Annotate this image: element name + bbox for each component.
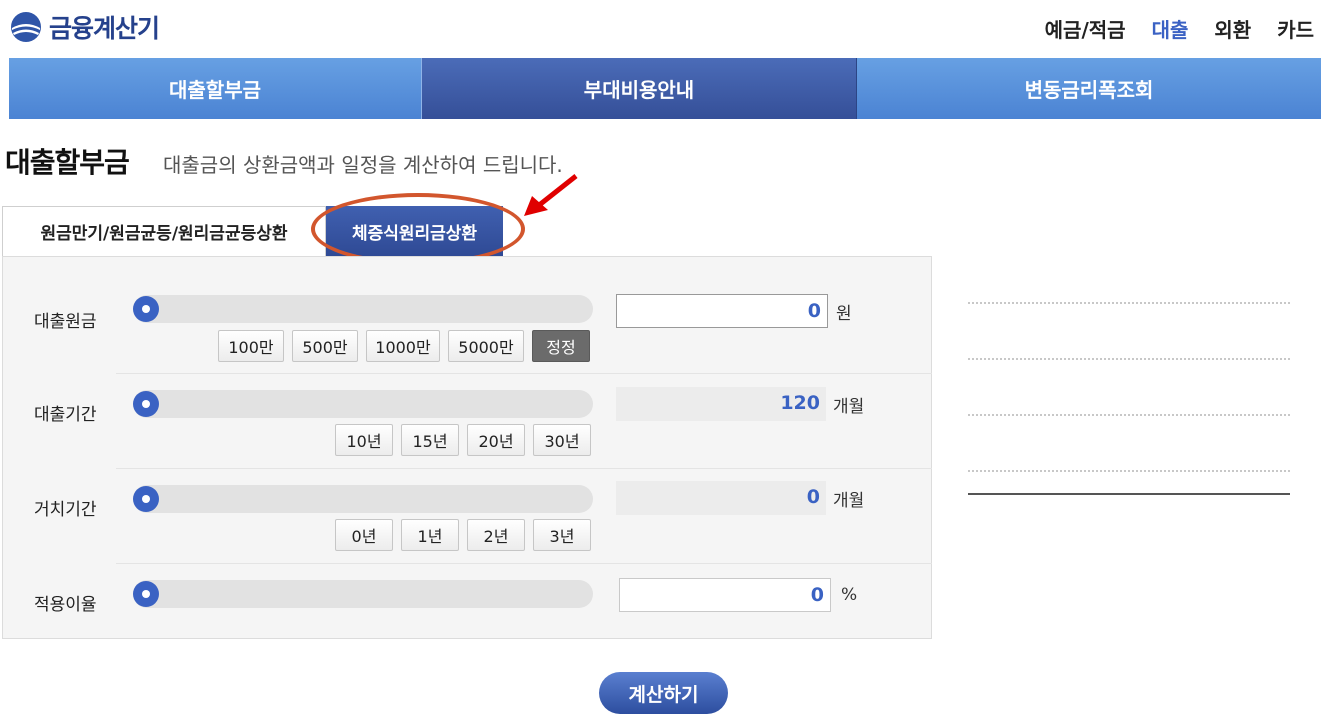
tab-loan-installment[interactable]: 대출할부금 — [9, 58, 422, 119]
chip-3y[interactable]: 3년 — [533, 519, 591, 551]
nav-card[interactable]: 카드 — [1277, 14, 1314, 43]
chip-30y[interactable]: 30년 — [533, 424, 591, 456]
principal-unit: 원 — [836, 304, 852, 324]
red-arrow-icon — [524, 174, 578, 216]
chip-5000man[interactable]: 5000만 — [448, 330, 524, 362]
chip-500man[interactable]: 500만 — [292, 330, 358, 362]
top-nav: 예금/적금 대출 외환 카드 — [1045, 14, 1314, 43]
nav-deposit[interactable]: 예금/적금 — [1045, 14, 1126, 43]
logo-icon — [11, 12, 41, 42]
rate-label: 적용이율 — [34, 595, 97, 615]
tab-additional-costs[interactable]: 부대비용안내 — [422, 58, 857, 119]
result-row-divider — [968, 470, 1290, 472]
period-slider-knob[interactable] — [133, 391, 159, 417]
period-label: 대출기간 — [34, 405, 97, 425]
chip-100man[interactable]: 100만 — [218, 330, 284, 362]
period-unit: 개월 — [833, 397, 865, 417]
result-row-divider — [968, 414, 1290, 416]
rate-slider-knob[interactable] — [133, 581, 159, 607]
principal-slider[interactable] — [133, 295, 593, 323]
grace-slider-knob[interactable] — [133, 486, 159, 512]
grace-slider[interactable] — [133, 485, 593, 513]
chip-1y[interactable]: 1년 — [401, 519, 459, 551]
tab-variable-rate[interactable]: 변동금리폭조회 — [857, 58, 1321, 119]
result-panel — [932, 256, 1326, 639]
page-title: 대출할부금 — [5, 146, 130, 179]
grace-chips: 0년 1년 2년 3년 — [335, 519, 591, 551]
chip-10y[interactable]: 10년 — [335, 424, 393, 456]
divider — [116, 563, 933, 564]
chip-15y[interactable]: 15년 — [401, 424, 459, 456]
subtab-graduated-repayment[interactable]: 체증식원리금상환 — [326, 206, 503, 256]
header: 금융계산기 예금/적금 대출 외환 카드 — [0, 0, 1326, 54]
period-slider[interactable] — [133, 390, 593, 418]
grace-unit: 개월 — [833, 491, 865, 511]
period-chips: 10년 15년 20년 30년 — [335, 424, 591, 456]
result-total-divider — [968, 493, 1290, 495]
principal-slider-knob[interactable] — [133, 296, 159, 322]
principal-input[interactable]: 0 — [616, 294, 828, 328]
nav-exchange[interactable]: 외환 — [1214, 14, 1251, 43]
grace-value: 0 — [616, 481, 826, 515]
result-row-divider — [968, 358, 1290, 360]
result-row-divider — [968, 302, 1290, 304]
period-value: 120 — [616, 387, 826, 421]
calculate-button[interactable]: 계산하기 — [599, 672, 728, 714]
divider — [116, 468, 933, 469]
main-tabs: 대출할부금 부대비용안내 변동금리폭조회 — [9, 58, 1321, 119]
rate-input[interactable]: 0 — [619, 578, 831, 612]
subtab-standard-repayment[interactable]: 원금만기/원금균등/원리금균등상환 — [2, 206, 326, 256]
chip-20y[interactable]: 20년 — [467, 424, 525, 456]
reset-button[interactable]: 정정 — [532, 330, 590, 362]
chip-2y[interactable]: 2년 — [467, 519, 525, 551]
form-panel: 대출원금 100만 500만 1000만 5000만 정정 0 원 대출기간 1… — [2, 256, 933, 639]
rate-unit: % — [841, 585, 858, 605]
grace-label: 거치기간 — [34, 500, 97, 520]
principal-label: 대출원금 — [34, 312, 97, 332]
principal-chips: 100만 500만 1000만 5000만 정정 — [218, 330, 590, 362]
logo-text: 금융계산기 — [49, 14, 160, 43]
divider — [116, 373, 933, 374]
chip-0y[interactable]: 0년 — [335, 519, 393, 551]
nav-loan[interactable]: 대출 — [1152, 14, 1189, 43]
rate-slider[interactable] — [133, 580, 593, 608]
chip-1000man[interactable]: 1000만 — [366, 330, 440, 362]
page-subtitle: 대출금의 상환금액과 일정을 계산하여 드립니다. — [163, 153, 563, 177]
logo[interactable]: 금융계산기 — [10, 9, 160, 45]
